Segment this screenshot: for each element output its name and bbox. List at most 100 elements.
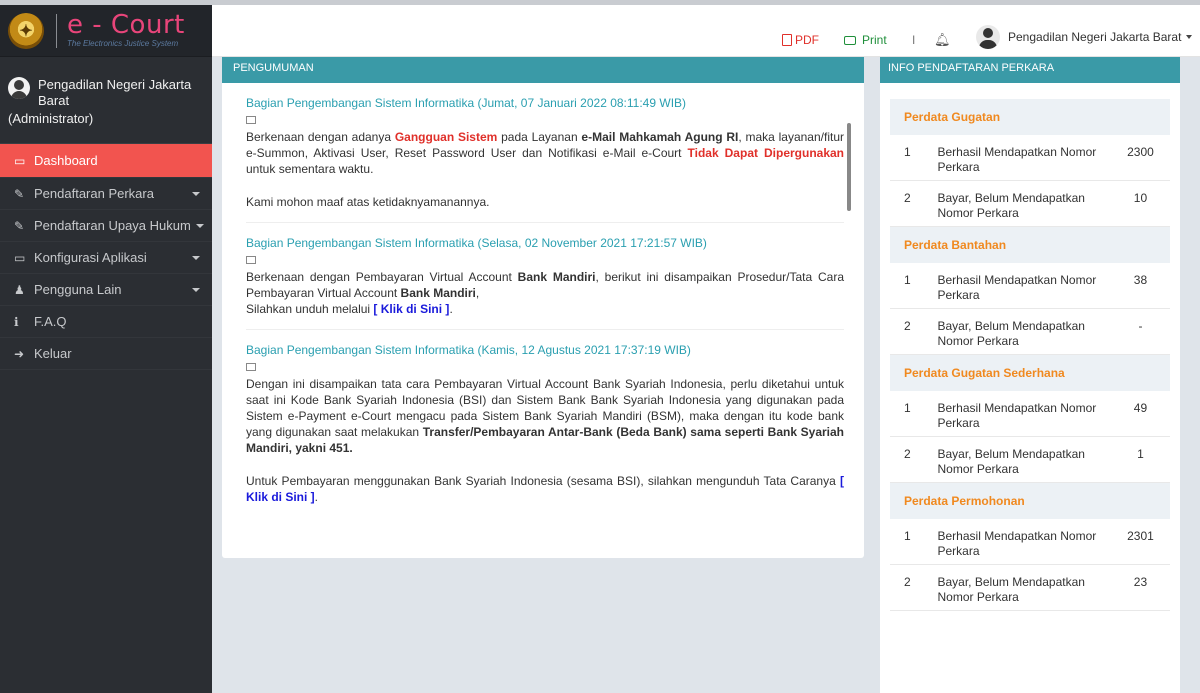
sidebar: ✦ e - Court The Electronics Justice Syst… [0,5,212,693]
row-count: 38 [1133,273,1148,287]
chevron-down-icon [192,192,200,196]
bold-text: e-Mail Mahkamah Agung RI [581,130,739,144]
row-number: 1 [904,401,911,415]
highlight-text: Gangguan Sistem [394,130,498,144]
sidebar-item-label: Konfigurasi Aplikasi [34,250,147,265]
sidebar-item-label: Pengguna Lain [34,282,122,297]
row-count: 23 [1133,575,1148,589]
avatar [976,25,1000,49]
print-button[interactable]: Print [844,33,887,47]
table-row: 1 Berhasil Mendapatkan Nomor Perkara 49 [890,391,1170,437]
case-registration-info-panel: INFO PENDAFTARAN PERKARA Perdata Gugatan… [880,57,1180,693]
row-number: 1 [904,529,911,543]
pdf-icon [782,34,792,46]
chevron-down-icon [1186,35,1193,39]
row-count: 1 [1137,447,1144,461]
row-label: Bayar, Belum Mendapatkan Nomor Perkara [937,191,1085,220]
bold-text: Bank Mandiri [400,286,476,300]
row-label: Bayar, Belum Mendapatkan Nomor Perkara [937,575,1085,604]
user-role: (Administrator) [8,111,94,126]
row-count: 49 [1133,401,1148,415]
row-number: 2 [904,575,911,589]
scrollbar[interactable] [847,123,851,211]
logo-divider [56,13,57,48]
row-count: - [1138,319,1143,333]
document-icon [246,256,256,264]
case-category-heading: Perdata Bantahan [890,227,1170,263]
announcement-body: Kami mohon maaf atas ketidaknyamanannya. [246,195,490,209]
pdf-label: PDF [795,33,819,47]
sidebar-item-pengguna-lain[interactable]: ♟ Pengguna Lain [0,274,212,306]
pdf-button[interactable]: PDF [782,33,819,47]
announcements-header: PENGUMUMAN [222,57,864,83]
app-subtitle: The Electronics Justice System [67,39,179,48]
row-count: 2300 [1127,145,1154,159]
case-category-heading: Perdata Gugatan [890,99,1170,135]
info-body: Perdata Gugatan 1 Berhasil Mendapatkan Nom… [880,83,1180,611]
text: . [449,302,453,316]
text: , [475,286,480,300]
logout-icon: ➜ [14,346,25,361]
sidebar-item-f-a-q[interactable]: ℹ F.A.Q [0,306,212,338]
sidebar-item-dashboard[interactable]: ▭ Dashboard [0,144,212,178]
logo-bar[interactable]: ✦ e - Court The Electronics Justice Syst… [0,5,212,57]
row-label: Berhasil Mendapatkan Nomor Perkara [937,273,1097,302]
case-category-heading: Perdata Permohonan [890,483,1170,519]
monitor-icon: ▭ [14,153,26,168]
user-menu-dropdown[interactable]: Pengadilan Negeri Jakarta Barat [976,25,1193,49]
case-category-heading: Perdata Gugatan Sederhana [890,355,1170,391]
announcement-body: Untuk Pembayaran menggunakan Bank Syaria… [246,473,844,505]
sidebar-item-keluar[interactable]: ➜ Keluar [0,338,212,370]
row-label: Bayar, Belum Mendapatkan Nomor Perkara [937,319,1085,348]
user-profile: Pengadilan Negeri Jakarta Barat (Adminis… [0,57,212,143]
text: . [314,490,319,504]
announcement-title[interactable]: Bagian Pengembangan Sistem Informatika (… [246,236,844,251]
mahkamah-agung-emblem-icon: ✦ [8,12,44,49]
document-icon [246,363,256,371]
table-row: 2 Bayar, Belum Mendapatkan Nomor Perkara 2… [890,565,1170,611]
edit-icon: ✎ [14,218,25,233]
highlight-text: Tidak Dapat Dipergunakan [687,146,845,160]
announcement-title[interactable]: Bagian Pengembangan Sistem Informatika (… [246,96,844,111]
announcements-list: Bagian Pengembangan Sistem Informatika (… [222,83,864,517]
chevron-down-icon [192,256,200,260]
row-number: 1 [904,273,911,287]
announcement-title[interactable]: Bagian Pengembangan Sistem Informatika (… [246,343,844,358]
sidebar-item-label: Dashboard [34,153,98,168]
announcement-body: Berkenaan dengan Pembayaran Virtual Acco… [246,269,844,317]
edit-icon: ✎ [14,186,25,201]
bold-text: Bank Mandiri [517,270,596,284]
text: pada Layanan [497,130,582,144]
users-icon: ♟ [14,282,25,297]
announcements-panel: PENGUMUMAN Bagian Pengembangan Sistem In… [222,57,864,558]
app-title: e - Court [67,10,185,40]
chevron-down-icon [192,288,200,292]
notification-bell-icon[interactable]: 🔔︎ [934,32,951,48]
row-number: 2 [904,319,911,333]
text: Berkenaan dengan adanya [246,130,395,144]
sidebar-item-konfigurasi-aplikasi[interactable]: ▭ Konfigurasi Aplikasi [0,242,212,274]
row-number: 1 [904,145,911,159]
sidebar-item-label: Keluar [34,346,72,361]
document-icon [246,116,256,124]
user-name: Pengadilan Negeri Jakarta Barat [38,77,192,108]
navbar-divider: I [912,33,916,47]
table-row: 1 Berhasil Mendapatkan Nomor Perkara 2301 [890,519,1170,565]
top-navbar: PDF Print I 🔔︎ Pengadilan Negeri Jakarta… [212,5,1200,57]
info-header: INFO PENDAFTARAN PERKARA [880,57,1180,83]
row-label: Berhasil Mendapatkan Nomor Perkara [937,529,1097,558]
logo-text: e - Court The Electronics Justice System [67,10,185,48]
table-row: 2 Bayar, Belum Mendapatkan Nomor Perkara 1… [890,181,1170,227]
table-row: 2 Bayar, Belum Mendapatkan Nomor Perkara - [890,309,1170,355]
sidebar-item-pendaftaran-upaya-hukum[interactable]: ✎ Pendaftaran Upaya Hukum [0,210,212,242]
sidebar-item-pendaftaran-perkara[interactable]: ✎ Pendaftaran Perkara [0,178,212,210]
print-label: Print [862,33,887,47]
row-number: 2 [904,191,911,205]
download-link[interactable]: [ Klik di Sini ] [373,302,449,316]
text: Silahkan unduh melalui [246,302,374,316]
announcement-body: Berkenaan dengan adanya Gangguan Sistem … [246,129,844,177]
text: untuk sementara waktu. [246,162,374,176]
announcement-item: Bagian Pengembangan Sistem Informatika (… [246,330,844,517]
table-row: 2 Bayar, Belum Mendapatkan Nomor Perkara 1 [890,437,1170,483]
text: Berkenaan dengan Pembayaran Virtual Acco… [246,270,518,284]
